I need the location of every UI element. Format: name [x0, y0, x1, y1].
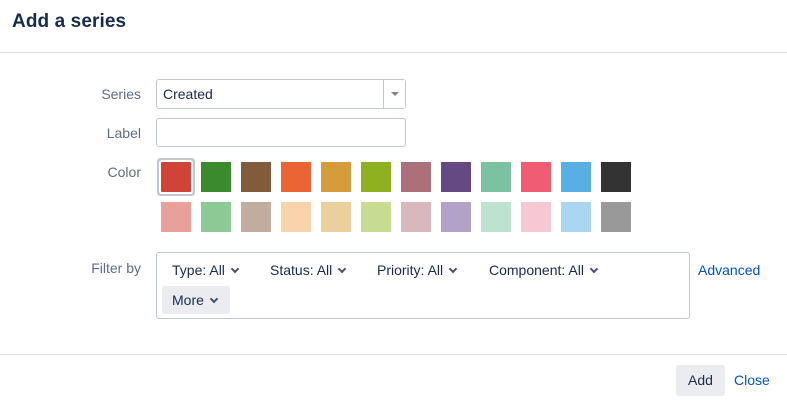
color-swatch[interactable]	[521, 162, 551, 192]
dialog-title: Add a series	[12, 11, 127, 32]
chevron-down-icon	[230, 264, 240, 274]
component-filter-button[interactable]: Component: All	[479, 256, 599, 284]
color-swatch[interactable]	[601, 202, 631, 232]
label-input[interactable]	[156, 118, 406, 147]
series-label: Series	[101, 86, 141, 102]
color-swatch[interactable]	[561, 162, 591, 192]
status-filter-label: Status: All	[270, 262, 333, 278]
color-swatch[interactable]	[161, 202, 191, 232]
series-dropdown-toggle[interactable]	[383, 80, 405, 108]
component-filter-label: Component: All	[489, 262, 584, 278]
color-swatch[interactable]	[441, 202, 471, 232]
series-select-value: Created	[163, 86, 213, 102]
color-swatch[interactable]	[361, 162, 391, 192]
color-swatch[interactable]	[201, 162, 231, 192]
more-filter-label: More	[172, 292, 204, 308]
color-swatch[interactable]	[401, 162, 431, 192]
priority-filter-label: Priority: All	[377, 262, 444, 278]
color-swatch[interactable]	[281, 202, 311, 232]
color-swatch[interactable]	[481, 162, 511, 192]
status-filter-button[interactable]: Status: All	[260, 256, 347, 284]
priority-filter-button[interactable]: Priority: All	[367, 256, 458, 284]
more-filter-button[interactable]: More	[162, 286, 230, 314]
color-swatch[interactable]	[281, 162, 311, 192]
type-filter-button[interactable]: Type: All	[162, 256, 240, 284]
chevron-down-icon	[209, 294, 219, 304]
chevron-down-icon	[338, 264, 347, 274]
dialog-footer	[0, 354, 787, 405]
color-swatch[interactable]	[561, 202, 591, 232]
color-swatch[interactable]	[241, 162, 271, 192]
color-swatch[interactable]	[481, 202, 511, 232]
type-filter-label: Type: All	[172, 262, 225, 278]
filter-label: Filter by	[91, 260, 141, 276]
label-field-label: Label	[106, 125, 141, 141]
color-swatch[interactable]	[441, 162, 471, 192]
filter-box: Type: All Status: All Priority: All Comp…	[156, 252, 690, 319]
color-swatch[interactable]	[201, 202, 231, 232]
color-swatch[interactable]	[361, 202, 391, 232]
color-label: Color	[107, 164, 141, 180]
color-swatch[interactable]	[401, 202, 431, 232]
close-link[interactable]: Close	[734, 372, 770, 388]
color-swatch[interactable]	[521, 202, 551, 232]
add-button[interactable]: Add	[676, 365, 725, 396]
color-swatch[interactable]	[161, 162, 191, 192]
color-swatch[interactable]	[601, 162, 631, 192]
caret-down-icon	[391, 92, 399, 96]
color-swatch[interactable]	[321, 202, 351, 232]
color-swatch[interactable]	[321, 162, 351, 192]
chevron-down-icon	[448, 264, 458, 274]
color-swatch[interactable]	[241, 202, 271, 232]
advanced-link[interactable]: Advanced	[698, 262, 760, 278]
series-select[interactable]: Created	[156, 79, 406, 109]
dialog-header: Add a series	[0, 0, 787, 53]
chevron-down-icon	[589, 264, 599, 274]
